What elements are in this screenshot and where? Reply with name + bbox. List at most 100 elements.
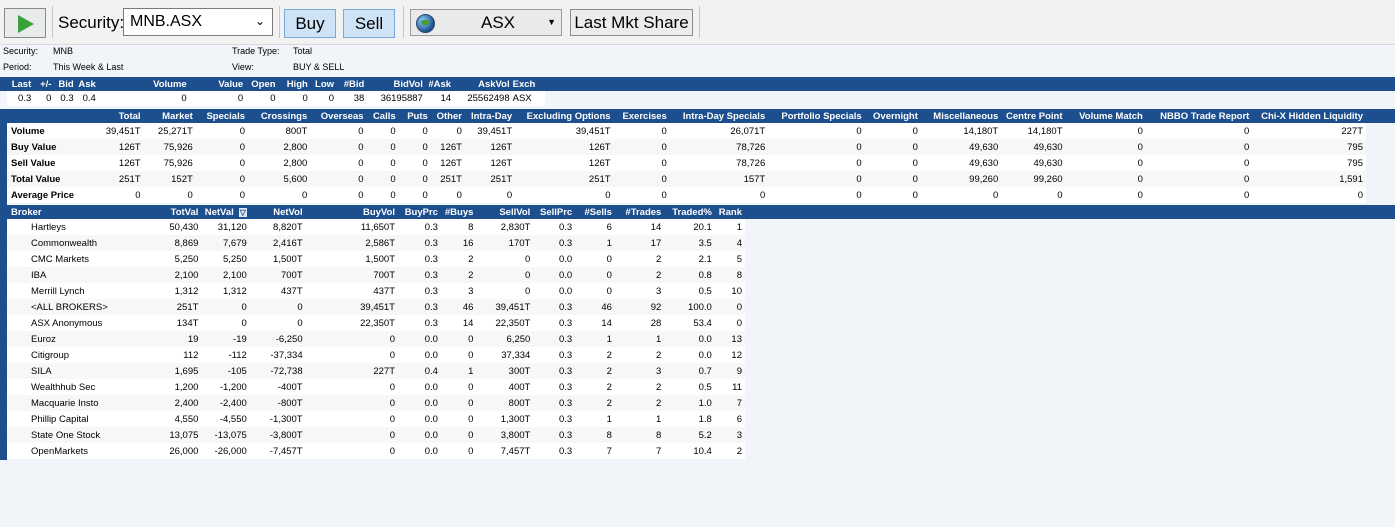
summary-col-header[interactable]: Market [143, 109, 196, 123]
table-row[interactable]: Wealthhub Sec 1,200 -1,200 -400T 0 0.0 0 400T 0.… [7, 379, 745, 395]
broker-col-header[interactable]: TotVal [159, 205, 202, 219]
broker-col-header[interactable]: BuyVol [305, 205, 398, 219]
quote-col-header[interactable]: #Bid [337, 77, 368, 91]
table-row[interactable]: Macquarie Insto 2,400 -2,400 -800T 0 0.0 0 800T… [7, 395, 745, 411]
summary-col-header[interactable]: Centre Point [1001, 109, 1066, 123]
table-row[interactable]: <ALL BROKERS> 251T 0 0 39,451T 0.3 46 39,451T 0.… [7, 299, 745, 315]
view-value[interactable]: BUY & SELL [293, 62, 344, 73]
broker-name: Macquarie Insto [7, 395, 160, 411]
quote-col-header[interactable]: #Ask [425, 77, 455, 91]
summary-header-row: Total Market Specials Crossings Overseas Call… [7, 109, 1366, 123]
summary-col-header[interactable]: Total [91, 109, 144, 123]
summary-col-header[interactable]: Overnight [864, 109, 921, 123]
quote-col-header[interactable]: Bid [54, 77, 77, 91]
broker-cell: 700T [305, 267, 398, 283]
security-combobox[interactable]: MNB.ASX ⌄ [123, 8, 273, 36]
broker-cell: 26,000 [169, 445, 199, 457]
chevron-down-icon[interactable]: ⌄ [255, 14, 265, 28]
summary-col-header[interactable] [7, 109, 92, 123]
quote-col-header[interactable]: +/- [34, 77, 55, 91]
broker-cell: 31,120 [217, 221, 247, 233]
summary-table: Total Market Specials Crossings Overseas Call… [7, 109, 1366, 203]
table-row[interactable]: CMC Markets 5,250 5,250 1,500T 1,500T 0.3 2 0 0.… [7, 251, 745, 267]
quote-col-header[interactable]: BidVol [367, 77, 426, 91]
exchange-dropdown[interactable]: ASX ▼ [410, 9, 562, 36]
broker-col-header[interactable]: NetVol [249, 205, 306, 219]
broker-col-header[interactable]: #Sells [575, 205, 615, 219]
summary-col-header[interactable]: Excluding Options [515, 109, 614, 123]
summary-col-header[interactable]: Specials [195, 109, 249, 123]
quote-col-header[interactable]: Exch [512, 77, 545, 91]
broker-col-header[interactable]: SellVol [476, 205, 534, 219]
last-mkt-share-button[interactable]: Last Mkt Share [570, 9, 693, 36]
sell-button[interactable]: Sell [343, 9, 395, 38]
broker-col-header[interactable]: Rank [714, 205, 745, 219]
quote-cell: 0 [270, 93, 276, 104]
summary-cell: 0 [422, 157, 428, 169]
table-row[interactable]: OpenMarkets 26,000 -26,000 -7,457T 0 0.0 0 7,45… [7, 443, 745, 459]
table-row[interactable]: IBA 2,100 2,100 700T 700T 0.3 2 0 0.0 0 2 0.8 8 [7, 267, 745, 283]
table-row[interactable]: ASX Anonymous 134T 0 0 22,350T 0.3 14 22,350T 0.… [7, 315, 745, 331]
table-row[interactable]: SILA 1,695 -105 -72,738 227T 0.4 1 300T 0.3 2 3 0.7… [7, 363, 745, 379]
summary-col-header[interactable]: Miscellaneous [920, 109, 1002, 123]
trade-type-label: Trade Type: [232, 46, 280, 56]
broker-col-header[interactable]: Broker [7, 205, 160, 219]
buy-button[interactable]: Buy [284, 9, 336, 38]
quote-col-header[interactable]: AskVol [454, 77, 513, 91]
quote-col-header[interactable]: Value [189, 77, 247, 91]
broker-cell: 1 [736, 221, 742, 233]
quote-col-header[interactable]: Last [7, 77, 35, 91]
quote-col-header[interactable]: High [278, 77, 311, 91]
summary-col-header[interactable]: Crossings [248, 109, 311, 123]
summary-cell: 0 [239, 189, 246, 201]
summary-col-header[interactable]: NBBO Trade Report [1145, 109, 1253, 123]
broker-cell: -1,200 [219, 381, 247, 393]
table-row[interactable]: Commonwealth 8,869 7,679 2,416T 2,586T 0.3 16 1… [7, 235, 745, 251]
broker-col-header[interactable]: Traded% [664, 205, 715, 219]
filter-icon[interactable]: ▽ [238, 207, 247, 217]
broker-cell: 0.3 [558, 221, 573, 233]
broker-cell: 0.0 [424, 349, 438, 361]
quote-table: Last +/- Bid Ask Volume Value Open High … [7, 77, 545, 106]
table-row[interactable]: Euroz 19 -19 -6,250 0 0.0 0 6,250 0.3 1 1 0.0 13 [7, 331, 745, 347]
broker-cell: 6 [606, 221, 612, 233]
table-row[interactable]: Citigroup 112 -112 -37,334 0 0.0 0 37,334 0.3 2 2 0… [7, 347, 745, 363]
summary-cell: 0 [759, 189, 766, 201]
broker-col-header[interactable]: #Trades [614, 205, 665, 219]
summary-col-header[interactable]: Exercises [613, 109, 670, 123]
table-row[interactable]: State One Stock 13,075 -13,075 -3,800T 0 0.0 0… [7, 427, 745, 443]
summary-col-header[interactable]: Intra-Day Specials [669, 109, 769, 123]
summary-col-header[interactable]: Intra-Day [464, 109, 516, 123]
quote-col-header[interactable]: Low [310, 77, 338, 91]
broker-cell: 0.3 [533, 427, 576, 443]
broker-cell: 39,451T [305, 299, 398, 315]
summary-col-header[interactable]: Portfolio Specials [768, 109, 865, 123]
broker-col-header[interactable]: BuyPrc [398, 205, 441, 219]
quote-col-header[interactable]: Ask [76, 77, 99, 91]
quote-col-header[interactable]: Volume [98, 77, 190, 91]
summary-col-header[interactable]: Overseas [310, 109, 367, 123]
table-row[interactable]: Phillip Capital 4,550 -4,550 -1,300T 0 0.0 0 1,… [7, 411, 745, 427]
summary-col-header[interactable]: Other [430, 109, 465, 123]
summary-cell: 0 [856, 125, 862, 137]
broker-col-header[interactable]: #Buys [440, 205, 477, 219]
table-row[interactable]: Merrill Lynch 1,312 1,312 437T 437T 0.3 3 0 0.0 0… [7, 283, 745, 299]
summary-col-header[interactable]: Calls [366, 109, 399, 123]
period-value[interactable]: This Week & Last [53, 62, 123, 73]
summary-cell: 126T [430, 139, 465, 155]
summary-cell: 0 [1145, 139, 1253, 155]
summary-cell: 0 [768, 171, 865, 187]
quote-col-header[interactable]: Open [246, 77, 279, 91]
broker-col-header[interactable]: SellPrc [533, 205, 576, 219]
table-row[interactable]: Hartleys 50,430 31,120 8,820T 11,650T 0.3 8 2,8… [7, 219, 745, 235]
summary-col-header[interactable]: Chi-X Hidden Liquidity [1252, 109, 1366, 123]
broker-col-header[interactable]: NetVal ▽ [201, 205, 250, 219]
trade-type-value[interactable]: Total [293, 46, 312, 57]
summary-cell: 14,180T [1027, 125, 1063, 137]
play-button[interactable] [4, 8, 46, 38]
broker-cell: 92 [614, 299, 665, 315]
summary-cell: 126T [91, 139, 144, 155]
summary-col-header[interactable]: Volume Match [1065, 109, 1146, 123]
summary-col-header[interactable]: Puts [398, 109, 431, 123]
broker-cell: 1,312 [174, 285, 199, 297]
